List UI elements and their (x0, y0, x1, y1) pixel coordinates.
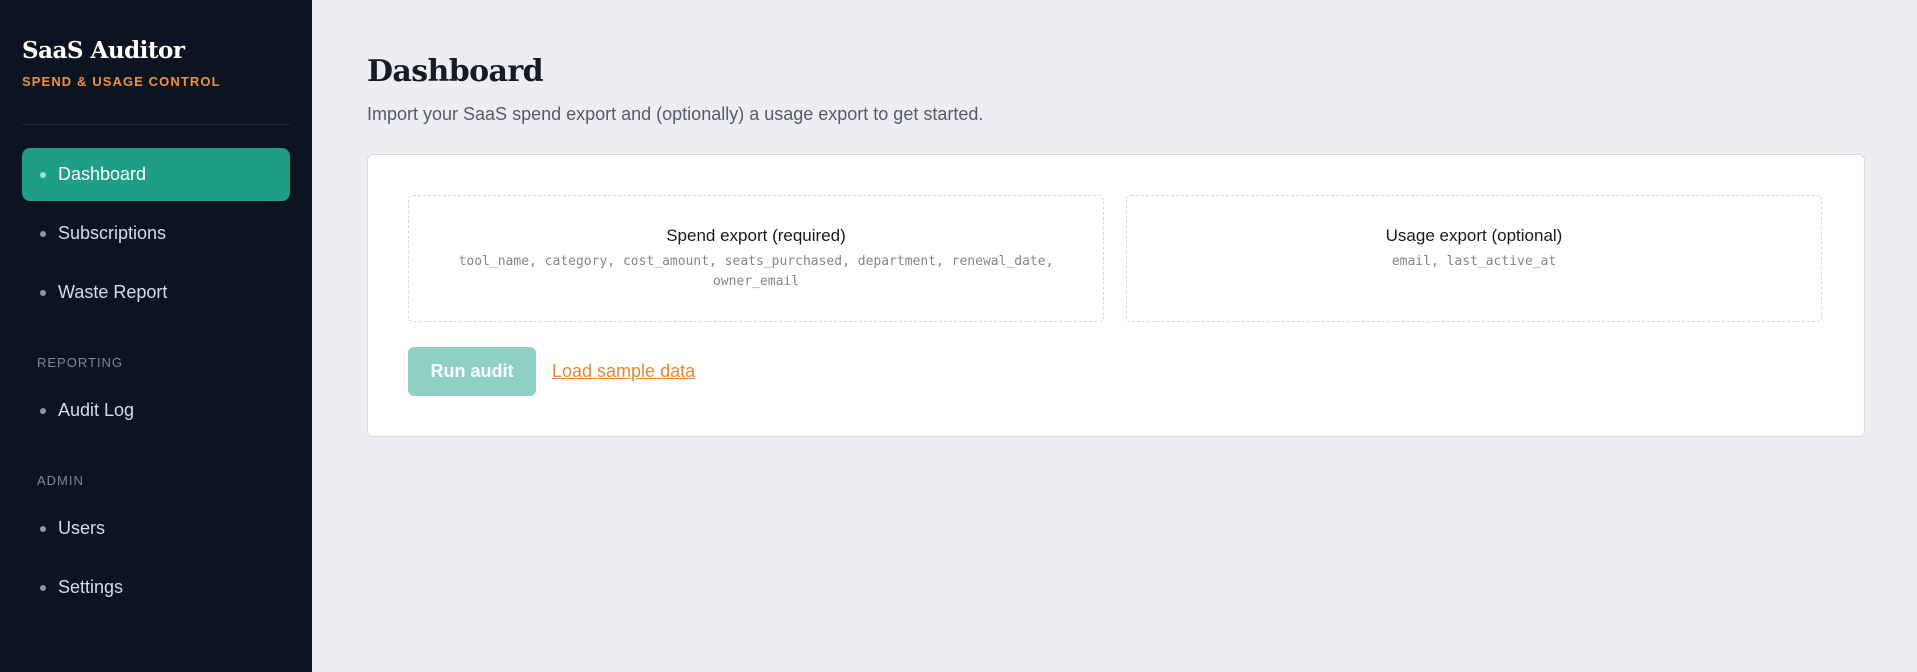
usage-export-dropzone[interactable]: Usage export (optional) email, last_acti… (1126, 195, 1822, 322)
brand: SaaS Auditor SPEND & USAGE CONTROL (22, 0, 290, 125)
run-audit-button[interactable]: Run audit (408, 347, 536, 396)
dropzones: Spend export (required) tool_name, categ… (408, 195, 1824, 322)
sidebar-section-reporting: REPORTING (37, 355, 124, 370)
sidebar-item-label: Settings (58, 577, 124, 597)
brand-subtitle: SPEND & USAGE CONTROL (22, 74, 221, 89)
bullet-icon (40, 171, 46, 178)
sidebar-item-label: Users (58, 518, 106, 538)
bullet-icon (40, 407, 46, 414)
dropzone-title: Spend export (required) (666, 226, 846, 245)
dropzone-fields: email, last_active_at (1391, 254, 1557, 269)
sidebar-item-audit-log[interactable]: Audit Log (22, 384, 290, 437)
app-root: SaaS Auditor SPEND & USAGE CONTROL Dashb… (0, 0, 1917, 672)
load-sample-data-link[interactable]: Load sample data (552, 361, 695, 382)
bullet-icon (40, 230, 46, 237)
page-title: Dashboard (367, 54, 544, 89)
sidebar: SaaS Auditor SPEND & USAGE CONTROL Dashb… (0, 0, 312, 672)
sidebar-nav: Dashboard Subscriptions Waste Report REP… (22, 148, 290, 614)
sidebar-item-waste-report[interactable]: Waste Report (22, 266, 290, 319)
bullet-icon (40, 289, 46, 296)
sidebar-item-subscriptions[interactable]: Subscriptions (22, 207, 290, 260)
sidebar-section-admin: ADMIN (37, 473, 84, 488)
dropzone-fields: tool_name, category, cost_amount, seats_… (458, 254, 1054, 289)
bullet-icon (40, 584, 46, 591)
bullet-icon (40, 525, 46, 532)
sidebar-item-dashboard[interactable]: Dashboard (22, 148, 290, 201)
spend-export-dropzone[interactable]: Spend export (required) tool_name, categ… (408, 195, 1104, 322)
import-card: Spend export (required) tool_name, categ… (367, 154, 1865, 437)
sidebar-item-label: Waste Report (58, 282, 168, 302)
page-subtitle: Import your SaaS spend export and (optio… (367, 104, 984, 124)
sidebar-item-users[interactable]: Users (22, 502, 290, 555)
actions-row: Run audit Load sample data (408, 347, 1824, 396)
sidebar-item-label: Audit Log (58, 400, 135, 420)
sidebar-item-label: Dashboard (58, 164, 147, 184)
brand-title: SaaS Auditor (22, 37, 185, 64)
main-content: Dashboard Import your SaaS spend export … (312, 0, 1917, 672)
sidebar-item-label: Subscriptions (58, 223, 167, 243)
dropzone-title: Usage export (optional) (1385, 226, 1563, 245)
sidebar-item-settings[interactable]: Settings (22, 561, 290, 614)
